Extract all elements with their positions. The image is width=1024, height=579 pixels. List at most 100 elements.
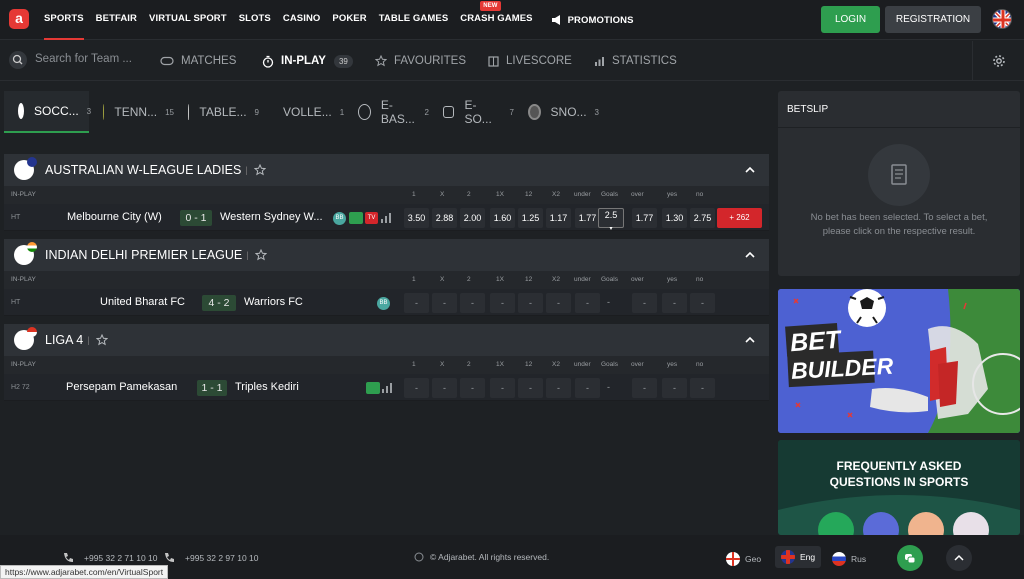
odds-cell[interactable]: -: [432, 293, 457, 313]
nav-virtual-sport[interactable]: VIRTUAL SPORT: [149, 0, 227, 40]
odds-cell[interactable]: 1.77: [632, 208, 657, 228]
odds-cell[interactable]: -: [490, 293, 515, 313]
nav-casino[interactable]: CASINO: [283, 0, 321, 40]
odds-cell[interactable]: -: [662, 293, 687, 313]
tab-favourites[interactable]: FAVOURITES: [375, 41, 466, 81]
goals-line-selector[interactable]: 2.5 ▾: [598, 208, 624, 232]
sport-tab-volleyball[interactable]: VOLLE... 1: [259, 91, 344, 133]
league-header[interactable]: AUSTRALIAN W-LEAGUE LADIES |: [4, 154, 769, 186]
odds-cell[interactable]: -: [632, 293, 657, 313]
odds-cell[interactable]: -: [460, 293, 485, 313]
odds-cell[interactable]: -: [546, 293, 571, 313]
sport-tab-tennis[interactable]: TENN... 15: [89, 91, 174, 133]
match-row[interactable]: HT Melbourne City (W) 0 - 1 Western Sydney …: [4, 204, 769, 232]
odds-header: X2: [552, 191, 560, 198]
nav-promotions[interactable]: PROMOTIONS: [551, 0, 634, 40]
lang-geo[interactable]: Geo: [726, 552, 761, 566]
odds-cell[interactable]: -: [518, 378, 543, 398]
odds-cell[interactable]: 1.17: [546, 208, 571, 228]
nav-slots[interactable]: SLOTS: [239, 0, 271, 40]
tab-inplay[interactable]: IN-PLAY 39: [262, 41, 353, 81]
sport-tab-esoccer[interactable]: E-SO... 7: [429, 91, 514, 133]
odds-cell[interactable]: -: [690, 293, 715, 313]
odds-cell[interactable]: 2.88: [432, 208, 457, 228]
adjarabet-logo[interactable]: a: [9, 9, 29, 29]
odds-cell[interactable]: -: [460, 378, 485, 398]
faq-banner[interactable]: FREQUENTLY ASKED QUESTIONS IN SPORTS: [778, 440, 1020, 535]
search-icon[interactable]: [9, 51, 27, 69]
odds-cell[interactable]: 1.60: [490, 208, 515, 228]
nav-poker[interactable]: POKER: [332, 0, 366, 40]
odds-cell[interactable]: -: [490, 378, 515, 398]
tab-statistics-label: STATISTICS: [612, 55, 677, 67]
settings-button[interactable]: [972, 41, 1024, 81]
star-icon[interactable]: [95, 334, 108, 346]
tab-favourites-label: FAVOURITES: [394, 55, 466, 67]
odds-cell[interactable]: 2.75: [690, 208, 715, 228]
betslip-empty-text: No bet has been selected. To select a be…: [810, 212, 988, 237]
odds-cell[interactable]: -: [632, 378, 657, 398]
nav-crash-games[interactable]: NEW CRASH GAMES: [460, 0, 533, 40]
league-header[interactable]: INDIAN DELHI PREMIER LEAGUE |: [4, 239, 769, 271]
odds-cell[interactable]: 1.25: [518, 208, 543, 228]
odds-cell[interactable]: 1.30: [662, 208, 687, 228]
odds-cell[interactable]: -: [575, 293, 600, 313]
match-row[interactable]: H2 72 Persepam Pamekasan 1 - 1 Triples Kedi…: [4, 374, 769, 401]
chat-button[interactable]: [897, 545, 923, 571]
odds-cell[interactable]: -: [404, 378, 429, 398]
login-button[interactable]: LOGIN: [821, 6, 880, 33]
scroll-top-button[interactable]: [946, 545, 972, 571]
sport-tab-ebasketball[interactable]: E-BAS... 2: [344, 91, 429, 133]
odds-cell[interactable]: -: [432, 378, 457, 398]
nav-table-games[interactable]: TABLE GAMES: [379, 0, 449, 40]
league-header[interactable]: LIGA 4 |: [4, 324, 769, 356]
builder-text: BUILDER: [790, 353, 894, 384]
adjarabet-small-logo-icon: [414, 552, 424, 562]
footer-phone-2[interactable]: +995 32 2 97 10 10: [163, 552, 259, 564]
table-tennis-icon: [188, 104, 190, 120]
tab-matches[interactable]: MATCHES: [160, 41, 236, 81]
tab-livescore[interactable]: LIVESCORE: [488, 41, 572, 81]
odds-cell[interactable]: 1.77: [575, 208, 600, 228]
odds-cell[interactable]: -: [690, 378, 715, 398]
odds-cell[interactable]: -: [404, 293, 429, 313]
sport-tab-snooker[interactable]: SNO... 3: [514, 91, 599, 133]
sport-tab-table-tennis[interactable]: TABLE... 9: [174, 91, 259, 133]
sport-tab-label: SNO...: [550, 105, 587, 119]
registration-button[interactable]: REGISTRATION: [885, 6, 981, 33]
chevron-up-icon[interactable]: [744, 164, 756, 176]
stats-icon[interactable]: [381, 213, 392, 223]
stats-icon[interactable]: [382, 383, 393, 393]
nav-betfair[interactable]: BETFAIR: [96, 0, 137, 40]
match-score: 1 - 1: [197, 380, 227, 396]
more-markets-button[interactable]: + 262: [717, 208, 762, 228]
odds-header: over: [631, 191, 644, 198]
chevron-up-icon[interactable]: [744, 249, 756, 261]
uk-flag-icon[interactable]: [992, 9, 1012, 29]
lang-geo-label: Geo: [745, 554, 762, 564]
lang-eng[interactable]: Eng: [775, 546, 822, 568]
lang-rus[interactable]: Rus: [832, 552, 866, 566]
odds-header-row: IN-PLAY 1 X 2 1X 12 X2 under Goals over yes no: [4, 186, 769, 204]
odds-cell[interactable]: -: [518, 293, 543, 313]
odds-cell[interactable]: -: [662, 378, 687, 398]
sport-tab-soccer[interactable]: SOCC... 3: [4, 91, 91, 133]
chevron-up-icon[interactable]: [744, 334, 756, 346]
footer-phone-1[interactable]: +995 32 2 71 10 10: [62, 552, 158, 564]
odds-cell[interactable]: -: [546, 378, 571, 398]
tab-statistics[interactable]: STATISTICS: [594, 41, 677, 81]
odds-cell[interactable]: -: [575, 378, 600, 398]
match-row[interactable]: HT United Bharat FC 4 - 2 Warriors FC BB - - - -…: [4, 289, 769, 316]
odds-header: 1: [412, 191, 416, 198]
soccer-flag-icon: [14, 242, 37, 265]
odds-cell[interactable]: 3.50: [404, 208, 429, 228]
star-icon[interactable]: [253, 164, 266, 176]
odds-cell[interactable]: 2.00: [460, 208, 485, 228]
league-name: LIGA 4: [45, 333, 84, 347]
star-icon[interactable]: [254, 249, 267, 261]
chat-icon: [905, 554, 916, 564]
home-team: Melbourne City (W): [67, 211, 162, 223]
bet-builder-banner[interactable]: BET BUILDER: [778, 289, 1020, 433]
nav-sports[interactable]: SPORTS: [44, 7, 84, 40]
search-input[interactable]: Search for Team ...: [35, 53, 132, 65]
